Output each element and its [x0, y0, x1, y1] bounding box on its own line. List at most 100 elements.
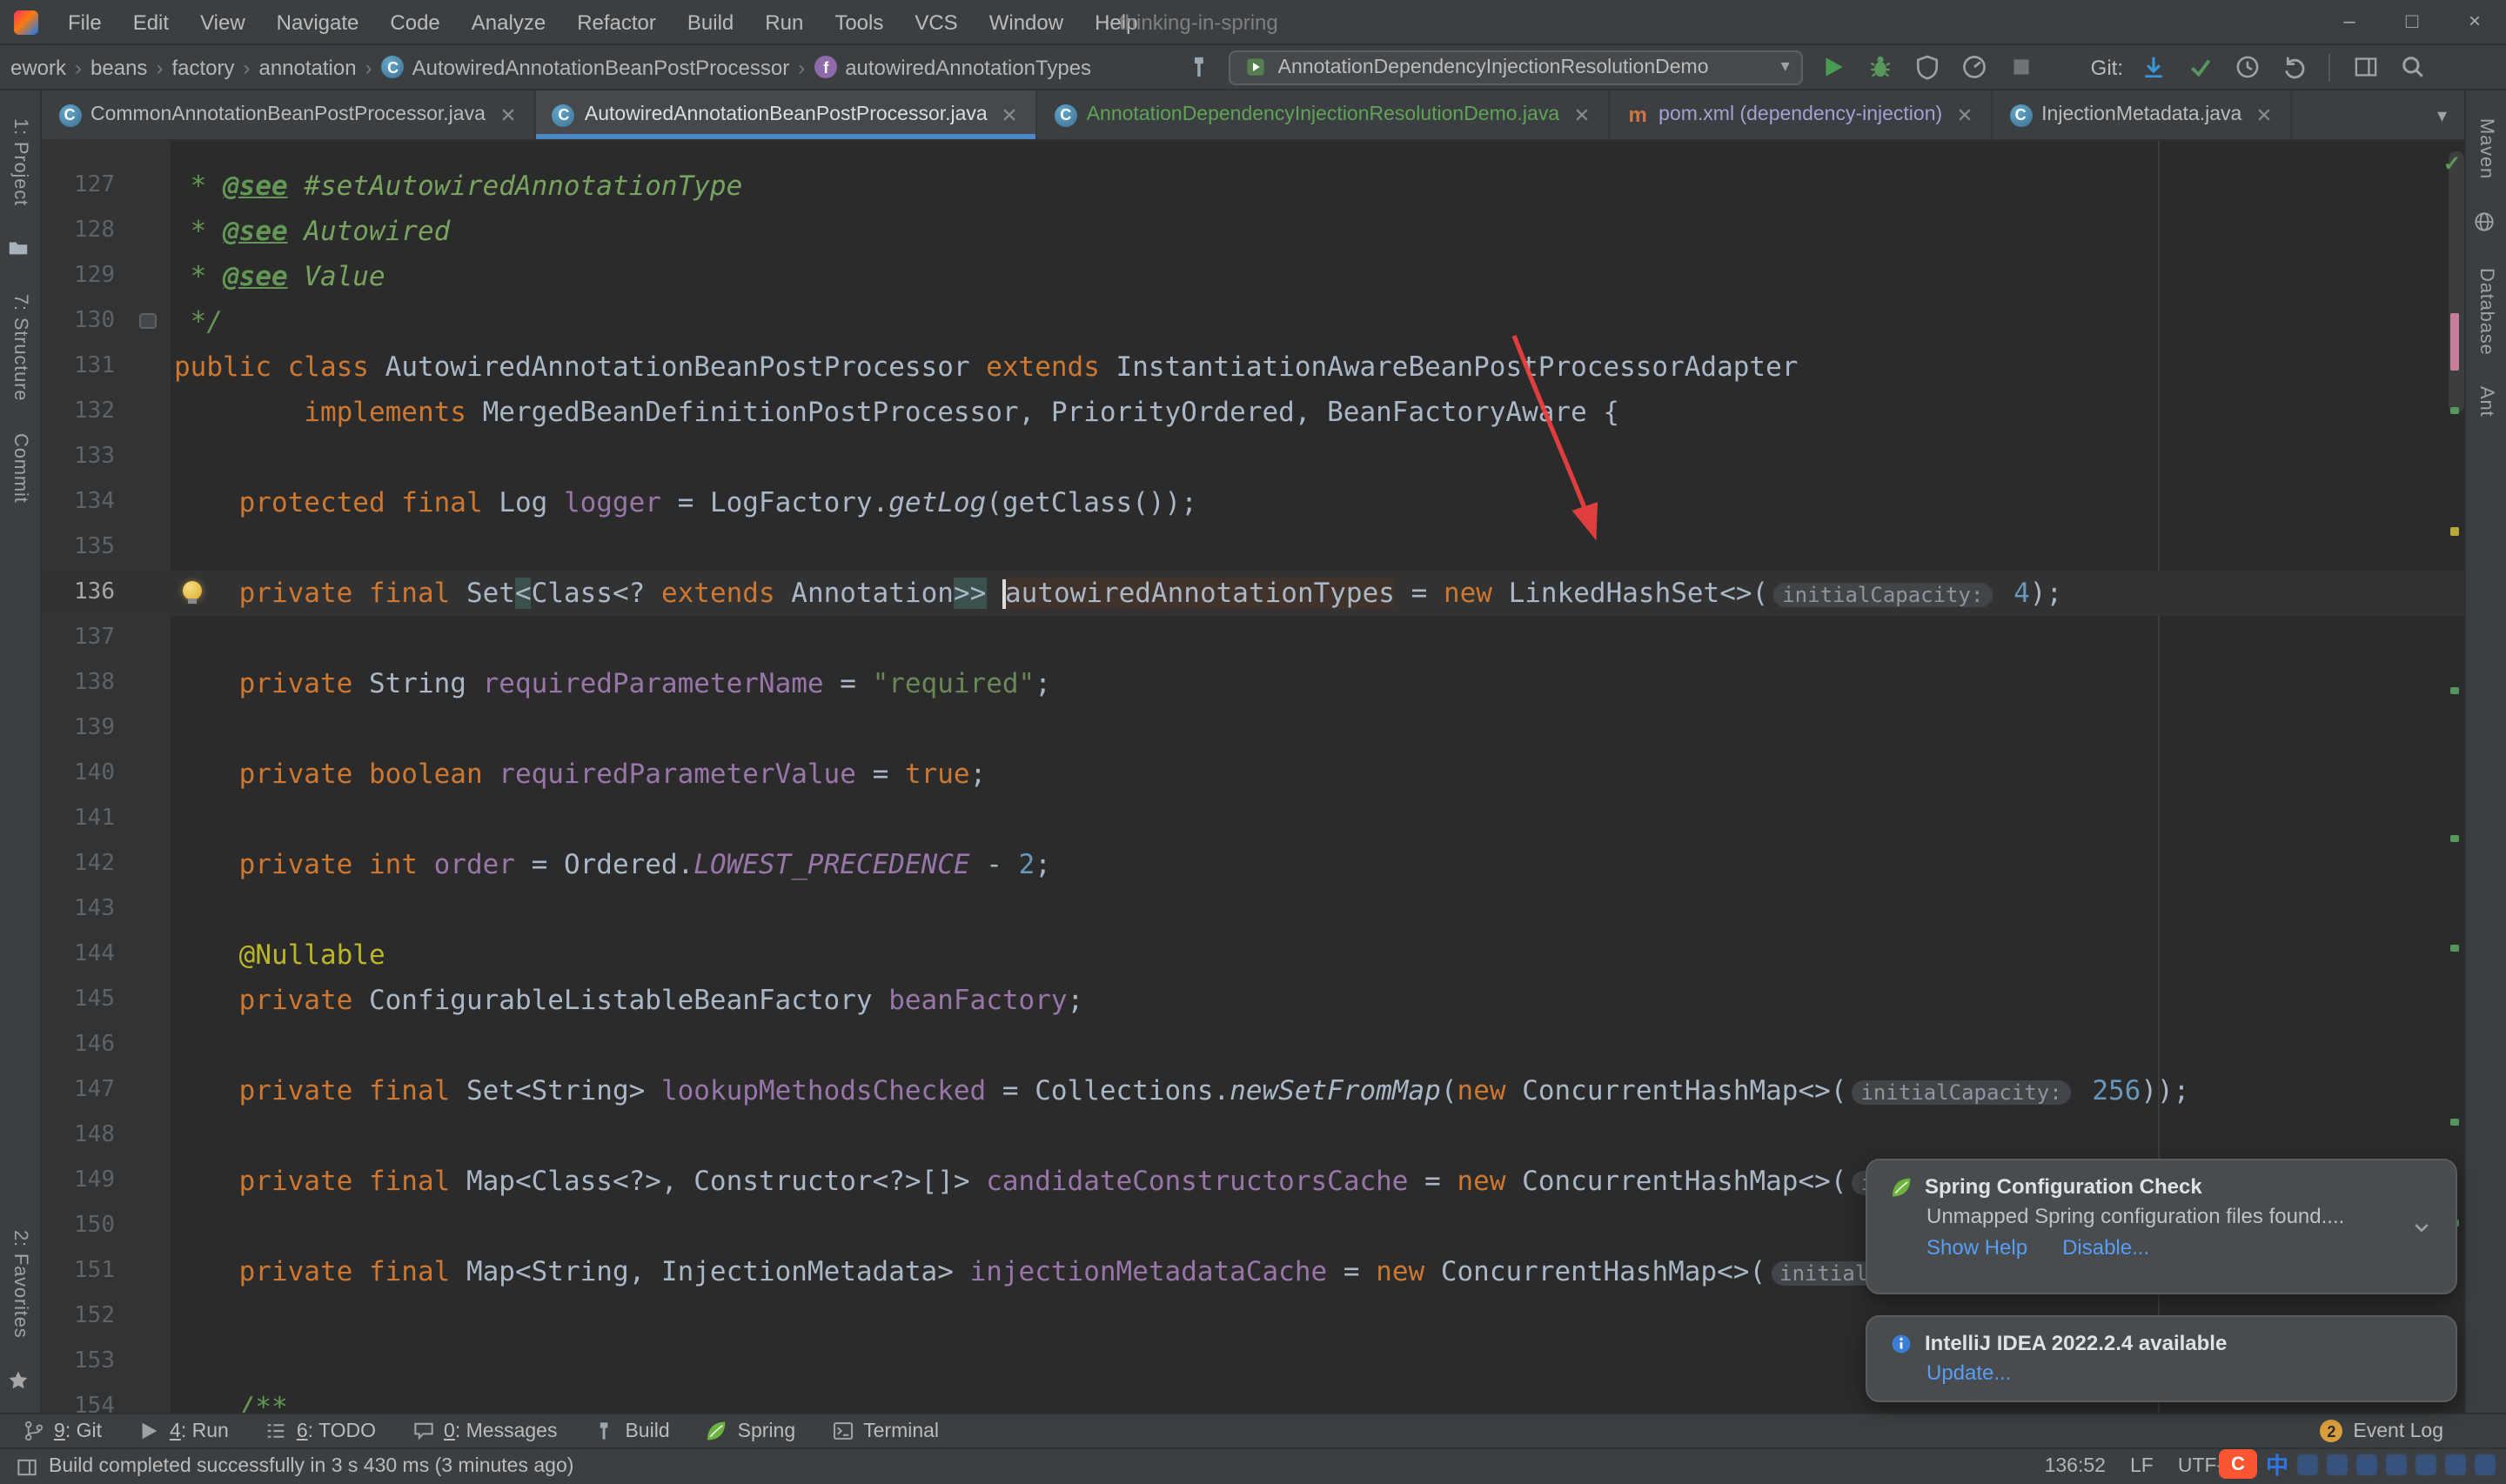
- run-button[interactable]: [1816, 50, 1851, 84]
- tool-stripe-folder-icon[interactable]: [7, 237, 33, 264]
- tab-injectionmetadata-java[interactable]: C InjectionMetadata.java: [1993, 90, 2293, 139]
- event-log[interactable]: 2 Event Log: [2320, 1420, 2443, 1442]
- code-line-131[interactable]: 131 public class AutowiredAnnotationBeanP…: [42, 344, 2464, 390]
- breadcrumb-item-autowiredannotationtypes[interactable]: f autowiredAnnotationTypes: [814, 55, 1091, 79]
- tool-button-4-run[interactable]: 4: Run: [137, 1419, 229, 1443]
- tab-pom-xml-dependency-injection[interactable]: m pom.xml (dependency-injection): [1610, 90, 1993, 139]
- caret-position[interactable]: 136:52: [2045, 1456, 2106, 1477]
- close-icon[interactable]: [1000, 104, 1021, 125]
- close-icon[interactable]: [2254, 104, 2275, 125]
- menu-edit[interactable]: Edit: [117, 0, 184, 44]
- code-line-135[interactable]: 135: [42, 525, 2464, 571]
- tool-stripe-7-structure[interactable]: 7: Structure: [10, 295, 30, 402]
- build-hammer-icon[interactable]: [1183, 50, 1217, 84]
- tool-stripe-2-favorites[interactable]: 2: Favorites: [10, 1229, 30, 1338]
- code-line-142[interactable]: 142 private int order = Ordered.LOWEST_P…: [42, 842, 2464, 887]
- stop-button[interactable]: [2004, 50, 2039, 84]
- minimize-button[interactable]: –: [2318, 0, 2381, 45]
- chevron-down-icon[interactable]: ▾: [2420, 104, 2464, 126]
- tool-button-9-git[interactable]: 9: Git: [21, 1419, 102, 1443]
- tool-stripe-1-project[interactable]: 1: Project: [10, 118, 30, 206]
- menu-run[interactable]: Run: [749, 0, 819, 44]
- error-stripe-mark[interactable]: [2450, 945, 2459, 952]
- tab-annotationdependencyinjectionresolutiondemo-java[interactable]: C AnnotationDependencyInjectionResolution…: [1038, 90, 1611, 139]
- menu-file[interactable]: File: [52, 0, 117, 44]
- tool-button-spring[interactable]: Spring: [705, 1419, 795, 1443]
- code-line-147[interactable]: 147 private final Set<String> lookupMeth…: [42, 1068, 2464, 1113]
- error-stripe-mark[interactable]: [2450, 687, 2459, 694]
- menu-build[interactable]: Build: [672, 0, 749, 44]
- code-line-145[interactable]: 145 private ConfigurableListableBeanFact…: [42, 978, 2464, 1023]
- menu-refactor[interactable]: Refactor: [561, 0, 672, 44]
- code-line-146[interactable]: 146: [42, 1023, 2464, 1068]
- code-line-129[interactable]: 129 * @see Value: [42, 254, 2464, 299]
- profiler-button[interactable]: [1957, 50, 1992, 84]
- code-line-144[interactable]: 144 @Nullable: [42, 933, 2464, 978]
- tool-stripe-database[interactable]: Database: [2476, 268, 2496, 356]
- error-stripe-mark[interactable]: [2450, 313, 2459, 371]
- code-line-137[interactable]: 137: [42, 616, 2464, 661]
- tool-button-terminal[interactable]: Terminal: [830, 1419, 939, 1443]
- tab-autowiredannotationbeanpostprocessor-java[interactable]: C AutowiredAnnotationBeanPostProcessor.ja…: [535, 90, 1038, 139]
- code-line-132[interactable]: 132 implements MergedBeanDefinitionPostP…: [42, 390, 2464, 435]
- tab-commonannotationbeanpostprocessor-java[interactable]: C CommonAnnotationBeanPostProcessor.java: [42, 90, 536, 139]
- tool-stripe-ant[interactable]: Ant: [2476, 387, 2496, 418]
- expand-chevron-icon[interactable]: [2410, 1216, 2435, 1240]
- intention-bulb-icon[interactable]: [183, 581, 202, 604]
- show-help-link[interactable]: Show Help: [1926, 1235, 2027, 1260]
- error-stripe-mark[interactable]: [2450, 527, 2459, 536]
- breadcrumb-item-factory[interactable]: factory: [171, 55, 234, 79]
- rollback-button[interactable]: [2276, 50, 2311, 84]
- code-line-141[interactable]: 141: [42, 797, 2464, 842]
- inspections-status-icon[interactable]: ✓: [2443, 151, 2461, 176]
- coverage-button[interactable]: [1910, 50, 1945, 84]
- close-icon[interactable]: [1954, 104, 1975, 125]
- tool-stripe-star-icon[interactable]: [7, 1369, 33, 1395]
- tool-stripe-commit[interactable]: Commit: [10, 433, 30, 504]
- menu-view[interactable]: View: [184, 0, 261, 44]
- maximize-button[interactable]: □: [2381, 0, 2443, 45]
- code-line-143[interactable]: 143: [42, 887, 2464, 933]
- tool-window-switcher-icon[interactable]: [14, 1454, 38, 1479]
- code-line-140[interactable]: 140 private boolean requiredParameterVal…: [42, 752, 2464, 797]
- code-line-128[interactable]: 128 * @see Autowired: [42, 209, 2464, 254]
- search-everywhere-button[interactable]: [2395, 50, 2429, 84]
- tool-button-build[interactable]: Build: [592, 1419, 670, 1443]
- code-line-136[interactable]: 136 private final Set<Class<? extends An…: [42, 571, 2464, 616]
- tool-windows-button[interactable]: [2348, 50, 2382, 84]
- tool-button-0-messages[interactable]: 0: Messages: [411, 1419, 557, 1443]
- close-icon[interactable]: [498, 104, 519, 125]
- code-line-130[interactable]: 130 */: [42, 299, 2464, 344]
- menu-navigate[interactable]: Navigate: [261, 0, 375, 44]
- breadcrumb-item-autowiredannotationbeanpostprocessor[interactable]: C AutowiredAnnotationBeanPostProcessor: [381, 55, 789, 79]
- update-link[interactable]: Update...: [1926, 1360, 2011, 1385]
- error-stripe-mark[interactable]: [2450, 407, 2459, 414]
- history-button[interactable]: [2229, 50, 2264, 84]
- code-line-133[interactable]: 133: [42, 435, 2464, 480]
- menu-vcs[interactable]: VCS: [899, 0, 973, 44]
- menu-window[interactable]: Window: [974, 0, 1079, 44]
- menu-analyze[interactable]: Analyze: [456, 0, 561, 44]
- error-stripe-mark[interactable]: [2450, 1119, 2459, 1126]
- commit-button[interactable]: [2182, 50, 2217, 84]
- tool-stripe-maven[interactable]: Maven: [2476, 118, 2496, 179]
- tool-stripe-globe-icon[interactable]: [2473, 211, 2499, 237]
- code-line-127[interactable]: 127 * @see #setAutowiredAnnotationType: [42, 164, 2464, 209]
- breadcrumb-item-ework[interactable]: ework: [10, 55, 66, 79]
- tool-button-6-todo[interactable]: 6: TODO: [264, 1419, 376, 1443]
- line-separator[interactable]: LF: [2130, 1456, 2154, 1477]
- code-line-139[interactable]: 139: [42, 706, 2464, 752]
- code-line-148[interactable]: 148: [42, 1113, 2464, 1159]
- editor-scrollbar[interactable]: [2449, 151, 2464, 412]
- breadcrumb-item-annotation[interactable]: annotation: [258, 55, 356, 79]
- update-project-button[interactable]: [2135, 50, 2170, 84]
- close-icon[interactable]: [1571, 104, 1592, 125]
- run-configuration-select[interactable]: AnnotationDependencyInjectionResolutionD…: [1229, 50, 1804, 84]
- breadcrumb-item-beans[interactable]: beans: [90, 55, 147, 79]
- code-line-138[interactable]: 138 private String requiredParameterName…: [42, 661, 2464, 706]
- close-button[interactable]: ×: [2443, 0, 2506, 45]
- error-stripe-mark[interactable]: [2450, 835, 2459, 842]
- menu-code[interactable]: Code: [374, 0, 455, 44]
- debug-button[interactable]: [1863, 50, 1898, 84]
- menu-tools[interactable]: Tools: [819, 0, 899, 44]
